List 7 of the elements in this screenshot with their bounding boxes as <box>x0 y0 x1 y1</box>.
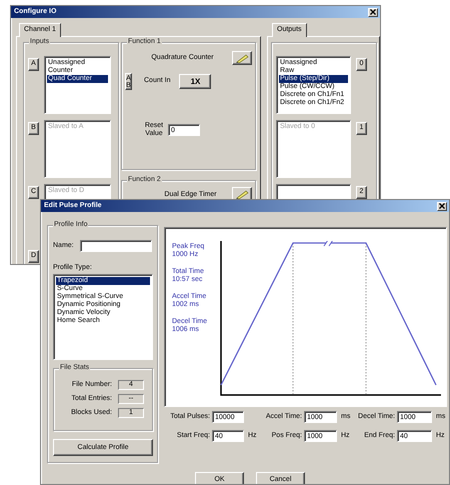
pencil-icon <box>235 54 249 62</box>
multiplier-button[interactable]: 1X <box>179 74 212 89</box>
edit-button[interactable] <box>232 51 252 65</box>
name-field[interactable] <box>80 240 152 252</box>
close-button[interactable] <box>368 8 378 16</box>
close-button[interactable] <box>437 202 447 210</box>
pencil-icon <box>235 190 249 198</box>
